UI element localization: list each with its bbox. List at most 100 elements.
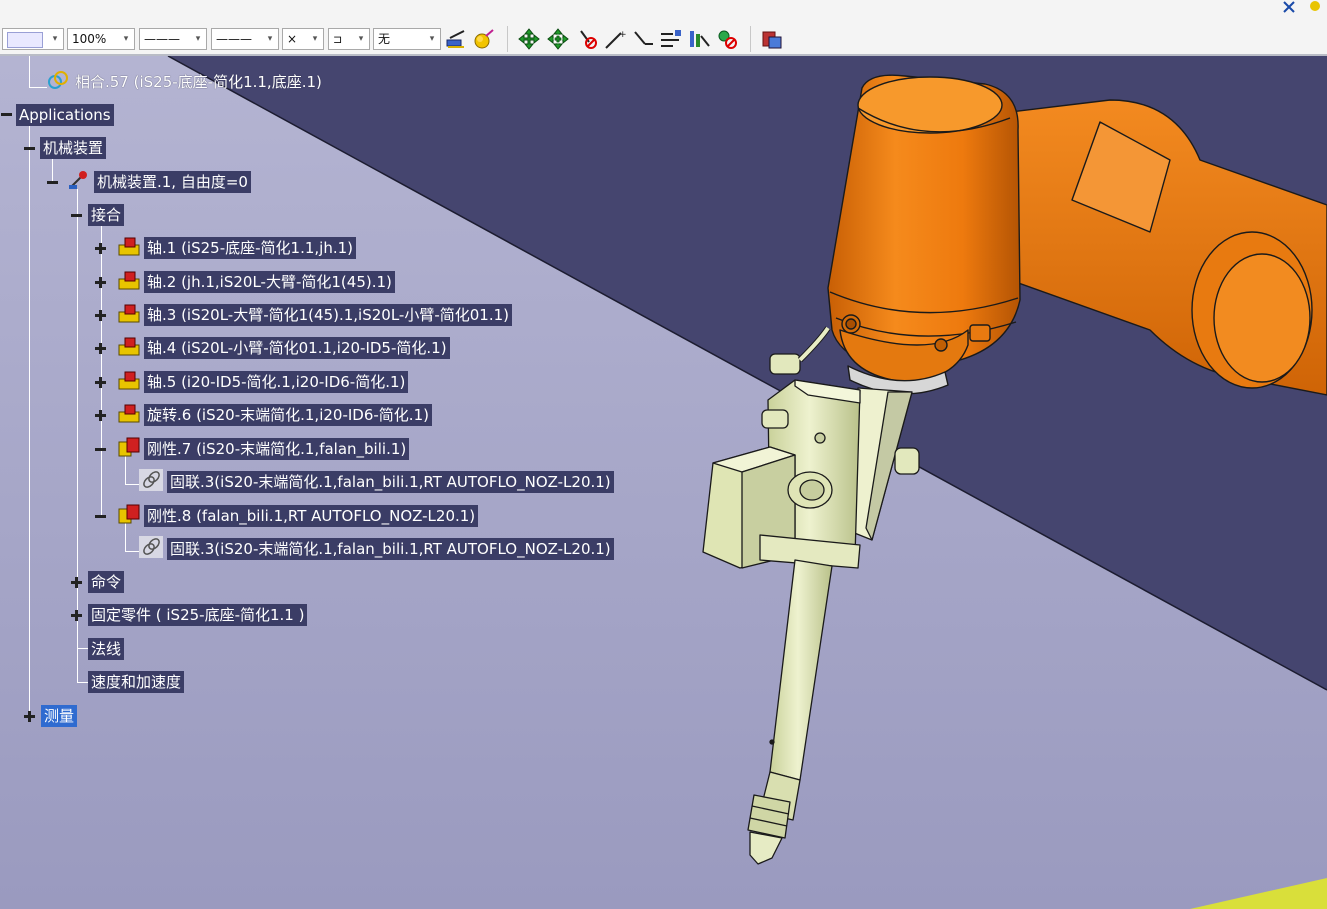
close-icon[interactable] [1278,0,1302,22]
color-swatch [7,32,43,48]
tree-item-label: 旋转.6 (iS20-末端简化.1,i20-ID6-简化.1) [144,404,432,426]
tree-item-assembly-constraint[interactable]: 相合.57 (iS25-底座-简化1.1,底座.1) [46,69,366,93]
tree-connector [125,456,126,484]
expand-icon[interactable] [71,610,82,621]
transparency-combo[interactable]: 100% ▾ [67,28,135,50]
material-icon[interactable] [472,28,496,50]
expand-icon[interactable] [95,243,106,254]
layer-filter-combo[interactable]: ⊐ ▾ [328,28,370,50]
specification-tree: 相合.57 (iS25-底座-简化1.1,底座.1) Applications … [0,56,680,756]
pan-icon[interactable] [517,28,541,50]
reorder-icon[interactable] [659,28,683,50]
tree-item-applications[interactable]: Applications [0,102,160,126]
tree-item-joint[interactable]: 旋转.6 (iS20-末端简化.1,i20-ID6-简化.1) [95,402,475,426]
tree-item-mechanism-1[interactable]: 机械装置.1, 自由度=0 [47,169,287,193]
tree-item-mechanism-devices[interactable]: 机械装置 [24,135,144,159]
expand-icon[interactable] [95,310,106,321]
collapse-icon[interactable] [47,177,58,188]
tree-item-label: 接合 [88,204,125,226]
tree-item-joints[interactable]: 接合 [71,202,161,226]
rigid-joint-icon [118,437,140,457]
chevron-down-icon: ▾ [312,34,318,44]
fix-together-icon [139,469,163,491]
tree-connector [29,56,30,87]
hide-icon[interactable] [715,28,739,50]
tree-item-joint[interactable]: 轴.5 (i20-ID5-简化.1,i20-ID6-简化.1) [95,369,455,393]
tree-connector [29,122,30,716]
collapse-icon[interactable] [24,143,35,154]
tree-item-rigid-joint[interactable]: 刚性.7 (iS20-末端简化.1,falan_bili.1) [95,436,455,460]
revolute-joint-icon [118,371,140,390]
layer-value: 无 [378,32,391,46]
expand-icon[interactable] [24,711,35,722]
tree-item-label: 命令 [88,571,125,593]
tree-item-joint[interactable]: 轴.3 (iS20L-大臂-简化1(45).1,iS20L-小臂-简化01.1) [95,302,555,326]
color-combo[interactable]: ▾ [2,28,64,50]
snap-axis-icon[interactable] [631,28,655,50]
collapse-icon[interactable] [1,109,12,120]
revolute-joint-icon [118,271,140,290]
tree-item-label: 固定零件 ( iS25-底座-简化1.1 ) [88,604,308,626]
tree-item-fix-together[interactable]: 固联.3(iS20-末端简化.1,falan_bili.1,RT AUTOFLO… [139,469,669,493]
mechanism-icon [69,171,87,189]
fix-together-icon [139,536,163,558]
expand-icon[interactable] [95,410,106,421]
rotate-icon[interactable] [546,28,570,50]
chevron-down-icon: ▾ [123,34,129,44]
tree-item-fixed-part[interactable]: 固定零件 ( iS25-底座-简化1.1 ) [71,602,351,626]
chevron-down-icon: ▾ [358,34,364,44]
collapse-icon[interactable] [95,444,106,455]
expand-icon[interactable] [95,343,106,354]
tree-item-speed-acceleration[interactable]: 速度和加速度 [88,669,218,693]
toolbar-separator [750,26,751,52]
collapse-icon[interactable] [71,210,82,221]
tree-connector [29,87,47,88]
tree-item-label: 固联.3(iS20-末端简化.1,falan_bili.1,RT AUTOFLO… [167,538,614,560]
point-symbol-value: × [287,32,298,46]
lineweight-combo[interactable]: ——— ▾ [211,28,279,50]
revolute-joint-icon [118,404,140,423]
linetype-value: ——— [144,32,180,46]
chevron-down-icon: ▾ [429,34,435,44]
revolute-joint-icon [118,304,140,323]
tree-item-label: 机械装置 [40,137,107,159]
toolbar-separator [507,26,508,52]
tree-item-fix-together[interactable]: 固联.3(iS20-末端简化.1,falan_bili.1,RT AUTOFLO… [139,536,669,560]
tree-connector [125,484,139,485]
tree-item-label: 速度和加速度 [88,671,185,693]
expand-icon[interactable] [71,577,82,588]
tree-item-laws[interactable]: 法线 [88,636,148,660]
catalog-icon[interactable] [760,28,784,50]
paint-brush-icon[interactable] [444,28,468,50]
tree-item-label: 轴.5 (i20-ID5-简化.1,i20-ID6-简化.1) [144,371,409,393]
tree-item-label: 刚性.8 (falan_bili.1,RT AUTOFLO_NOZ-L20.1) [144,505,479,527]
sigma-icon[interactable] [1303,0,1327,22]
tree-item-rigid-joint[interactable]: 刚性.8 (falan_bili.1,RT AUTOFLO_NOZ-L20.1) [95,503,535,527]
expand-icon[interactable] [95,277,106,288]
point-symbol-combo[interactable]: × ▾ [282,28,324,50]
tree-item-measure[interactable]: 测量 [24,703,104,727]
tree-item-label: 刚性.7 (iS20-末端简化.1,falan_bili.1) [144,438,410,460]
lineweight-value: ——— [216,32,252,46]
tree-item-commands[interactable]: 命令 [71,569,161,593]
tree-item-label: 轴.2 (jh.1,iS20L-大臂-简化1(45).1) [144,271,395,293]
tree-item-label: 测量 [41,705,78,727]
tree-item-joint[interactable]: 轴.4 (iS20L-小臂-简化01.1,i20-ID5-简化.1) [95,335,495,359]
tree-item-joint[interactable]: 轴.1 (iS25-底座-简化1.1,jh.1) [95,235,395,259]
linetype-combo[interactable]: ——— ▾ [139,28,207,50]
expand-icon[interactable] [95,377,106,388]
revolute-joint-icon [118,237,140,256]
collapse-icon[interactable] [95,511,106,522]
tree-item-label: 机械装置.1, 自由度=0 [94,171,251,193]
dimension-icon[interactable] [687,28,711,50]
hide-show-icon[interactable] [575,28,599,50]
tree-item-label: 轴.3 (iS20L-大臂-简化1(45).1,iS20L-小臂-简化01.1) [144,304,512,326]
snap-point-icon[interactable]: + [603,28,627,50]
layer-combo[interactable]: 无 ▾ [373,28,441,50]
properties-toolbar: ▾ 100% ▾ ——— ▾ ——— ▾ × ▾ ⊐ ▾ 无 ▾ + [0,0,1327,56]
tree-item-joint[interactable]: 轴.2 (jh.1,iS20L-大臂-简化1(45).1) [95,269,435,293]
tree-item-label: 固联.3(iS20-末端简化.1,falan_bili.1,RT AUTOFLO… [167,471,614,493]
chevron-down-icon: ▾ [267,34,273,44]
layer-icon: ⊐ [333,33,343,46]
revolute-joint-icon [118,337,140,356]
